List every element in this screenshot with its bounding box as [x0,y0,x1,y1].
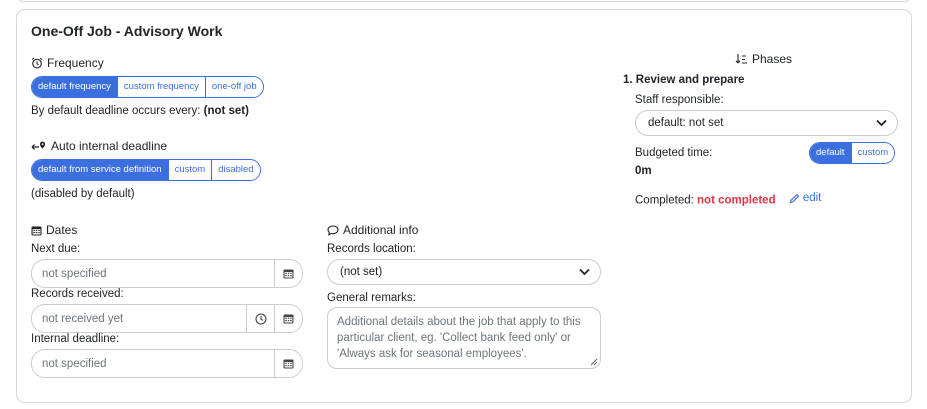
edit-completion-link[interactable]: edit [789,192,822,204]
staff-responsible-select[interactable]: default: not set [635,110,898,136]
calendar-icon [283,314,294,324]
internal-deadline-calendar-button[interactable] [274,350,302,377]
next-due-input[interactable] [32,260,274,287]
clock-icon [254,312,267,325]
calendar-icon [283,269,294,279]
frequency-label-text: Frequency [47,56,104,70]
budget-toggle: default custom [809,142,896,164]
auto-deadline-option-custom[interactable]: custom [167,160,212,180]
edit-label: edit [802,192,822,204]
frequency-option-default[interactable]: default frequency [32,77,117,97]
additional-info-label: Additional info [327,223,418,237]
auto-deadline-label: Auto internal deadline [31,139,167,153]
frequency-option-custom[interactable]: custom frequency [116,77,205,97]
staff-responsible-label: Staff responsible: [635,94,724,106]
job-card: One-Off Job - Advisory Work Frequency de… [16,9,912,403]
next-due-calendar-button[interactable] [274,260,302,287]
additional-info-label-text: Additional info [343,223,419,237]
frequency-toggle: default frequency custom frequency one-o… [31,76,264,98]
previous-card-edge [16,0,912,2]
phase-title: 1. Review and prepare [623,74,745,86]
sort-numeric-down-icon [735,53,748,65]
staff-responsible-value: default: not set [648,117,724,129]
chevron-down-icon [876,119,887,127]
auto-deadline-option-default[interactable]: default from service definition [32,160,168,180]
frequency-label: Frequency [31,56,104,70]
general-remarks-textarea[interactable]: Additional details about the job that ap… [327,307,601,369]
internal-deadline-input[interactable] [32,350,274,377]
budget-option-default[interactable]: default [810,143,851,163]
dates-label-text: Dates [46,223,78,237]
default-frequency-note: By default deadline occurs every: (not s… [31,105,249,117]
alarm-clock-icon [31,57,43,69]
default-frequency-value: (not set) [203,105,249,117]
records-received-label: Records received: [31,288,124,300]
next-due-label: Next due: [31,243,81,255]
records-received-input[interactable] [32,305,246,332]
phases-label-text: Phases [752,52,793,66]
completed-row: Completed: not completed edit [635,192,821,207]
dates-label: Dates [31,223,77,237]
general-remarks-label: General remarks: [327,292,416,304]
budgeted-time-value: 0m [635,165,652,177]
internal-deadline-field [31,349,303,378]
auto-deadline-toggle: default from service definition custom d… [31,159,261,181]
completion-status: not completed [697,194,776,207]
auto-deadline-note: (disabled by default) [31,188,135,200]
budgeted-time-label: Budgeted time: [635,147,713,159]
records-received-now-button[interactable] [246,305,274,332]
calendar-icon [283,359,294,369]
internal-deadline-label: Internal deadline: [31,333,120,345]
records-location-value: (not set) [340,266,383,278]
frequency-option-one-off[interactable]: one-off job [204,77,263,97]
completed-label: Completed: [635,194,694,207]
records-location-label: Records location: [327,243,416,255]
pencil-icon [789,193,800,203]
records-received-field [31,304,303,333]
comment-icon [327,224,339,236]
resize-handle-icon[interactable] [590,358,598,366]
default-frequency-prefix: By default deadline occurs every: [31,105,201,117]
records-location-select[interactable]: (not set) [327,259,601,285]
auto-deadline-option-disabled[interactable]: disabled [211,160,260,180]
chevron-down-icon [579,268,590,276]
auto-deadline-label-text: Auto internal deadline [51,139,168,153]
general-remarks-placeholder: Additional details about the job that ap… [337,316,581,360]
next-due-field [31,259,303,288]
records-received-calendar-button[interactable] [274,305,302,332]
deadline-arrow-pin-icon [31,140,47,152]
budget-option-custom[interactable]: custom [850,143,895,163]
card-title: One-Off Job - Advisory Work [31,23,223,39]
calendar-icon [31,225,42,236]
phases-label: Phases [735,52,792,66]
